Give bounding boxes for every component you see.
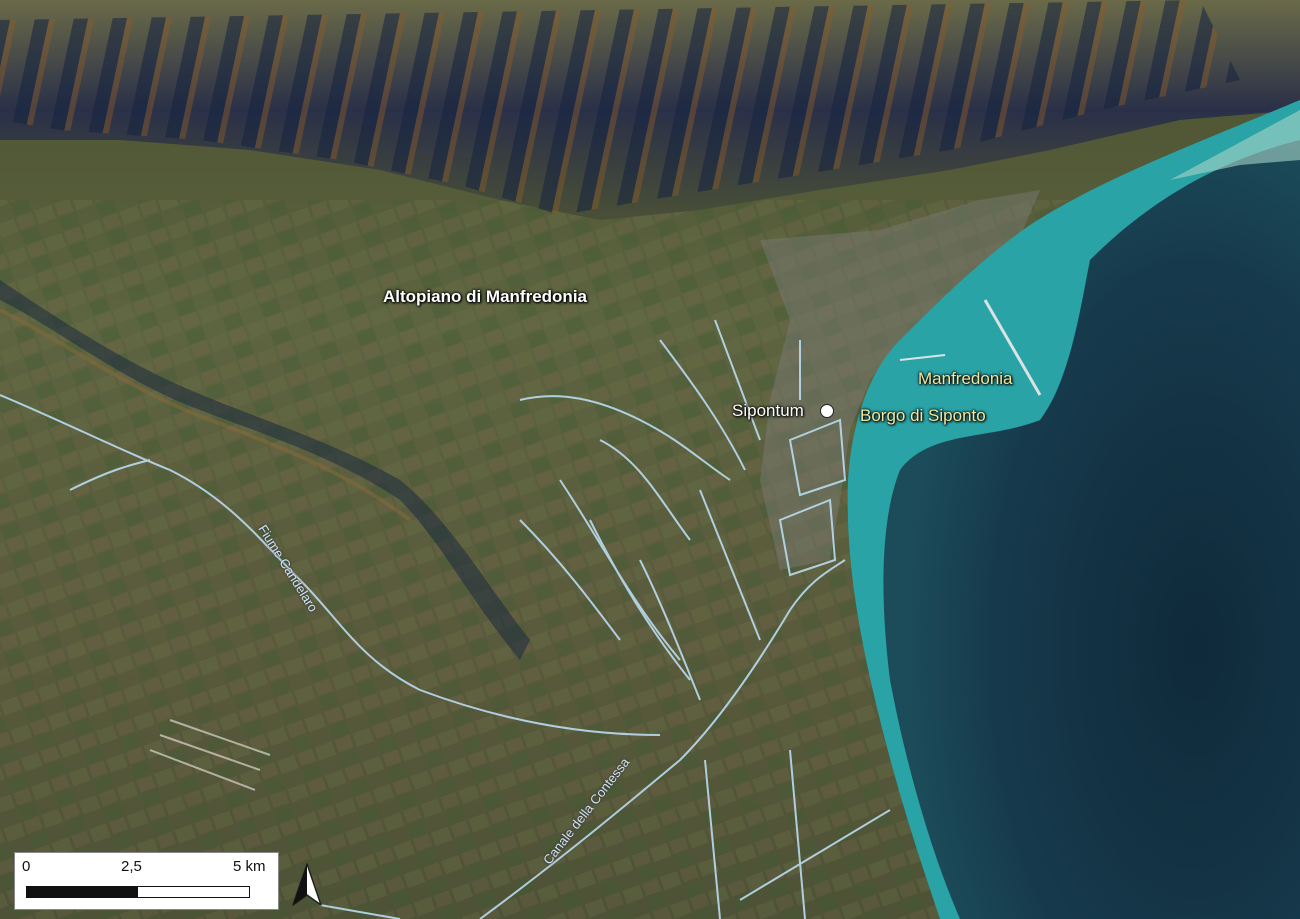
satellite-basemap [0,0,1300,919]
scale-tick-0: 0 [22,858,31,875]
town-label: Manfredonia [918,369,1013,388]
plateau-label: Altopiano di Manfredonia [383,287,587,306]
map-view[interactable]: Altopiano di Manfredonia Sipontum Manfre… [0,0,1300,919]
site-label: Sipontum [732,401,804,420]
scale-tick-1: 2,5 [121,858,142,875]
scale-bar: 0 2,5 5 km [14,852,279,910]
scale-bar-graphic [26,886,250,898]
north-arrow-icon [292,863,322,906]
scale-tick-2: 5 km [233,858,266,875]
site-marker-icon[interactable] [820,404,834,418]
borgo-label: Borgo di Siponto [860,406,986,425]
